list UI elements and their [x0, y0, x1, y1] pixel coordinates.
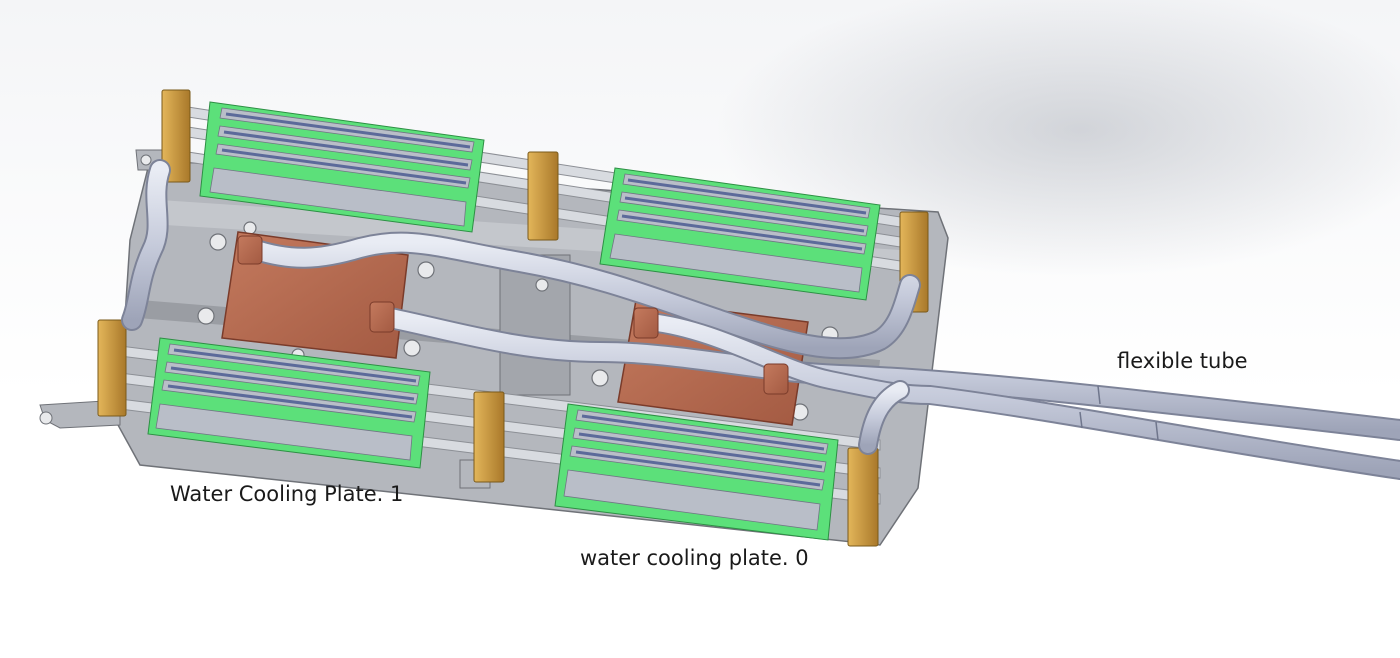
water-cooling-plate-1-label: Water Cooling Plate. 1 [170, 482, 404, 506]
water-cooling-plate-0-label: water cooling plate. 0 [580, 546, 809, 570]
flexible-tube-label: flexible tube [1117, 349, 1248, 373]
